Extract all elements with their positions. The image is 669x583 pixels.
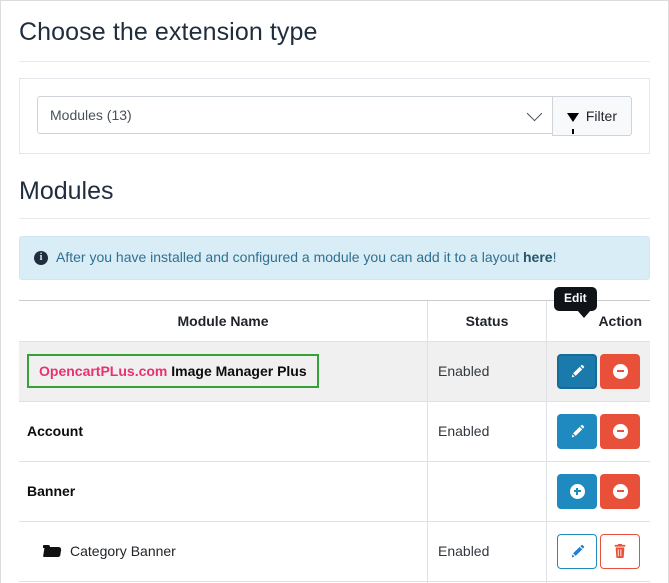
action-button-group [557,413,640,449]
minus-circle-icon [612,423,628,439]
highlighted-module-name: OpencartPLus.com Image Manager Plus [27,354,319,389]
edit-button[interactable] [557,533,597,569]
status-label: Enabled [438,423,490,440]
extension-modules-page: Choose the extension type Modules (13) F… [0,0,669,583]
cell-status: Enabled [427,520,547,582]
pencil-icon [571,424,584,437]
table-row: Category Banner Enabled [19,520,650,582]
edit-tooltip: Edit [554,287,597,319]
tooltip-arrow-icon [577,310,591,319]
trash-icon [614,544,626,559]
info-circle-icon: i [34,250,48,265]
table-row: OpencartPLus.com Image Manager Plus Enab… [19,340,650,402]
pencil-icon [571,364,584,377]
pencil-icon [571,544,584,557]
status-label: Enabled [438,543,490,560]
edit-tooltip-box: Edit [554,287,597,319]
cell-status: Enabled [427,340,547,402]
plus-circle-icon [569,483,585,499]
child-module-row-content: Category Banner [27,543,419,559]
action-button-group [557,353,640,389]
extension-type-filter-group: Modules (13) Filter [37,96,632,136]
cell-status [427,460,547,522]
filter-panel: Modules (13) Filter [19,78,650,154]
table-row: Account Enabled [19,400,650,462]
cell-module-name: Category Banner [19,520,428,582]
edit-tooltip-label: Edit [564,291,587,305]
info-alert-link[interactable]: here [523,249,553,265]
cell-module-name: OpencartPLus.com Image Manager Plus [19,340,428,402]
cell-action [546,340,650,402]
cell-module-name: Account [19,400,428,462]
filter-button-label: Filter [585,108,617,124]
module-name-label: Image Manager Plus [167,363,307,380]
info-alert-text-after: ! [552,249,557,265]
info-alert: i After you have installed and configure… [19,236,650,280]
extension-type-select[interactable]: Modules (13) [37,96,552,134]
install-button[interactable] [557,473,597,509]
chevron-down-icon [526,105,543,122]
modules-table-body: OpencartPLus.com Image Manager Plus Enab… [19,340,650,583]
page-title: Choose the extension type [19,17,650,62]
cell-action [546,400,650,462]
module-brand-label: OpencartPLus.com [39,363,168,380]
module-name-label: Banner [27,483,76,500]
folder-icon [43,544,60,558]
table-row: Banner [19,460,650,522]
column-header-status: Status [427,299,547,342]
filter-funnel-icon [566,112,579,134]
action-button-group [557,473,640,509]
info-alert-text-before: After you have installed and configured … [56,249,523,265]
uninstall-button[interactable] [600,413,640,449]
cell-action [546,460,650,522]
minus-circle-icon [612,483,628,499]
extension-type-select-value: Modules (13) [50,107,132,123]
module-name-label: Category Banner [70,543,176,560]
filter-button[interactable]: Filter [551,96,632,136]
section-title: Modules [19,176,650,219]
status-label: Enabled [438,363,490,380]
column-header-module-name: Module Name [19,299,428,342]
module-name-label: Account [27,423,83,440]
cell-module-name: Banner [19,460,428,522]
delete-button[interactable] [600,533,640,569]
cell-action [546,520,650,582]
action-button-group [557,533,640,569]
info-alert-text: After you have installed and configured … [56,248,556,268]
cell-status: Enabled [427,400,547,462]
modules-table: Module Name Status Action OpencartPLus.c… [19,299,650,583]
uninstall-button[interactable] [600,473,640,509]
uninstall-button[interactable] [600,353,640,389]
edit-button[interactable] [557,413,597,449]
minus-circle-icon [612,363,628,379]
edit-button[interactable] [557,353,597,389]
